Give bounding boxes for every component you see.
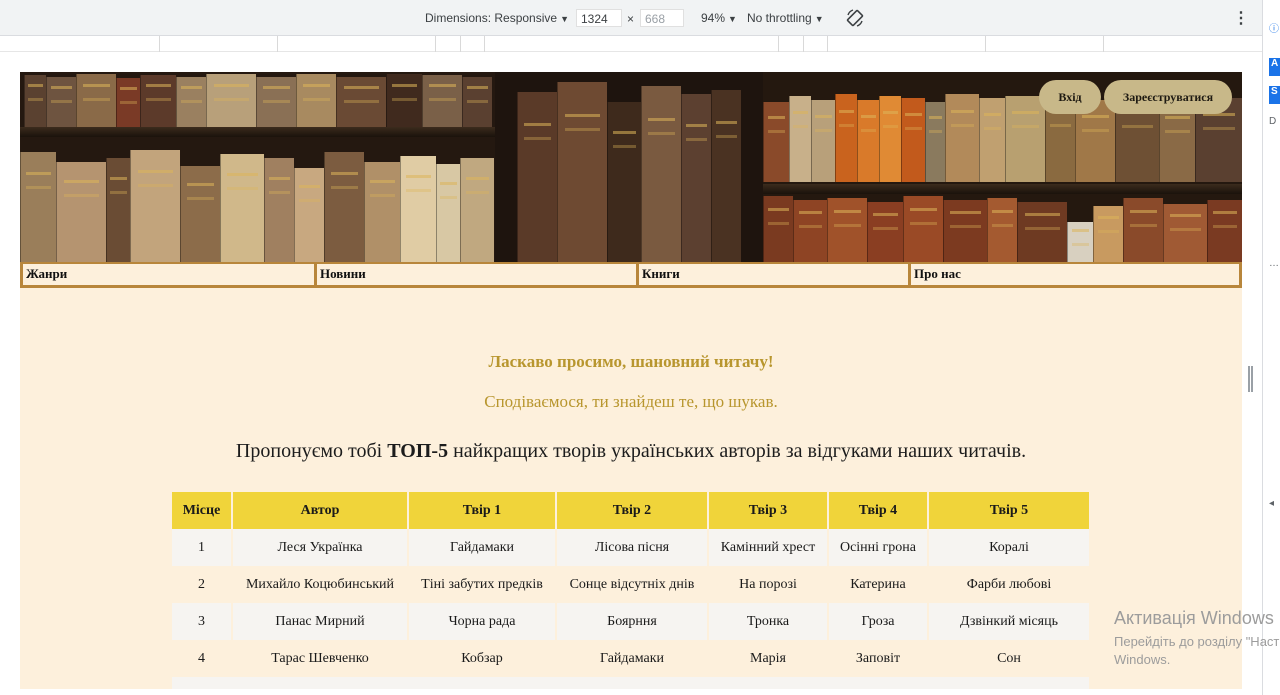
devtools-device-toolbar: Dimensions: Responsive ▼ 1324 × 668 94% ▼ …: [0, 0, 1262, 36]
column-header-work-5: Твір 5: [928, 492, 1091, 529]
table-cell: Катерина: [828, 566, 929, 603]
table-cell: Коралі: [928, 529, 1091, 566]
bookshelf-middle: [495, 72, 763, 262]
table-cell: Тарас Шевченко: [232, 640, 409, 677]
table-cell: Лісова пісня: [556, 529, 709, 566]
column-header-author: Автор: [232, 492, 409, 529]
table-cell: 2: [172, 566, 233, 603]
table-cell: Боярння: [556, 603, 709, 640]
column-header-place: Місце: [172, 492, 233, 529]
nav-item-about[interactable]: Про нас: [911, 264, 1239, 285]
table-cell: Осінні грона: [828, 529, 929, 566]
table-cell: Чорна рада: [408, 603, 557, 640]
table-row: [172, 677, 1091, 689]
caret-down-icon: ▼: [728, 14, 737, 24]
table-cell: [172, 677, 1091, 689]
arrow-left-icon[interactable]: ◂: [1269, 498, 1274, 509]
height-input[interactable]: 668: [640, 9, 684, 27]
dimensions-label: Dimensions: Responsive: [425, 11, 558, 25]
column-header-work-4: Твір 4: [828, 492, 929, 529]
nav-item-genres[interactable]: Жанри: [23, 264, 314, 285]
shelf-board: [763, 184, 1242, 194]
table-row: 4 Тарас Шевченко Кобзар Гайдамаки Марія …: [172, 640, 1091, 677]
table-cell: 3: [172, 603, 233, 640]
nav-item-news[interactable]: Новини: [317, 264, 636, 285]
table-cell: Камінний хрест: [708, 529, 829, 566]
media-query-ruler: [0, 36, 1262, 52]
table-cell: Леся Українка: [232, 529, 409, 566]
table-cell: 4: [172, 640, 233, 677]
table-cell: Михайло Коцюбинський: [232, 566, 409, 603]
ellipsis-icon[interactable]: …: [1269, 258, 1279, 269]
table-cell: Гайдамаки: [408, 529, 557, 566]
top-intro-text: Пропонуємо тобі ТОП-5 найкращих творів у…: [20, 440, 1242, 463]
table-cell: Тіні забутих предків: [408, 566, 557, 603]
zoom-dropdown[interactable]: 94% ▼: [701, 11, 737, 25]
panel-badge[interactable]: S: [1269, 86, 1280, 104]
nav-item-books[interactable]: Книги: [639, 264, 908, 285]
shelf-board: [20, 127, 495, 137]
dimensions-dropdown[interactable]: Dimensions: Responsive ▼: [425, 11, 569, 25]
table-row: 1 Леся Українка Гайдамаки Лісова пісня К…: [172, 529, 1091, 566]
throttling-label: No throttling: [747, 11, 812, 25]
column-header-work-3: Твір 3: [708, 492, 829, 529]
watermark-title: Активація Windows: [1114, 608, 1274, 628]
table-cell: Заповіт: [828, 640, 929, 677]
bookshelf-left: [20, 72, 495, 262]
intro-after: найкращих творів українських авторів за …: [448, 440, 1027, 462]
panel-text: D: [1269, 116, 1277, 127]
kebab-menu-icon[interactable]: ⋮: [1233, 8, 1249, 28]
table-cell: Марія: [708, 640, 829, 677]
info-icon[interactable]: ⓘ: [1269, 20, 1279, 35]
table-cell: Фарби любові: [928, 566, 1091, 603]
table-cell: 1: [172, 529, 233, 566]
welcome-title: Ласкаво просимо, шановний читачу!: [488, 352, 774, 371]
login-button[interactable]: Вхід: [1039, 80, 1101, 114]
panel-badge[interactable]: A: [1269, 58, 1280, 76]
table-cell: Тронка: [708, 603, 829, 640]
register-button[interactable]: Зареєструватися: [1104, 80, 1232, 114]
watermark-line-1: Перейдіть до розділу "Настройки": [1114, 634, 1280, 649]
resize-handle[interactable]: [1248, 366, 1253, 392]
times-sign: ×: [627, 12, 635, 26]
table-cell: Кобзар: [408, 640, 557, 677]
page-viewport: Вхід Зареєструватися Жанри Новини Книги …: [20, 72, 1242, 689]
intro-highlight: ТОП-5: [387, 440, 449, 462]
welcome-subtitle: Сподіваємося, ти знайдеш те, що шукав.: [484, 392, 778, 411]
watermark-line-2: Windows.: [1114, 652, 1171, 667]
table-cell: Гайдамаки: [556, 640, 709, 677]
width-input[interactable]: 1324: [576, 9, 622, 27]
caret-down-icon: ▼: [560, 14, 569, 24]
devtools-side-panel: ⓘ A S D … ◂: [1262, 0, 1280, 695]
caret-down-icon: ▼: [814, 14, 824, 24]
throttling-dropdown[interactable]: No throttling ▼: [747, 11, 824, 25]
intro-before: Пропонуємо тобі: [235, 440, 388, 462]
column-header-work-2: Твір 2: [556, 492, 709, 529]
main-navigation: Жанри Новини Книги Про нас: [20, 262, 1242, 288]
bookshelf-banner: Вхід Зареєструватися: [20, 72, 1242, 262]
windows-activation-watermark: Активація Windows Перейдіть до розділу "…: [1114, 608, 1280, 669]
table-cell: Панас Мирний: [232, 603, 409, 640]
table-cell: Сон: [928, 640, 1091, 677]
zoom-label: 94%: [701, 11, 726, 25]
table-cell: Сонце відсутніх днів: [556, 566, 709, 603]
table-row: 2 Михайло Коцюбинський Тіні забутих пред…: [172, 566, 1091, 603]
table-cell: Гроза: [828, 603, 929, 640]
top-authors-table: Місце Автор Твір 1 Твір 2 Твір 3 Твір 4 …: [172, 492, 1091, 689]
column-header-work-1: Твір 1: [408, 492, 557, 529]
table-row: 3 Панас Мирний Чорна рада Боярння Тронка…: [172, 603, 1091, 640]
table-cell: На порозі: [708, 566, 829, 603]
rotate-icon[interactable]: [845, 8, 865, 28]
table-header-row: Місце Автор Твір 1 Твір 2 Твір 3 Твір 4 …: [172, 492, 1091, 529]
table-cell: Дзвінкий місяць: [928, 603, 1091, 640]
